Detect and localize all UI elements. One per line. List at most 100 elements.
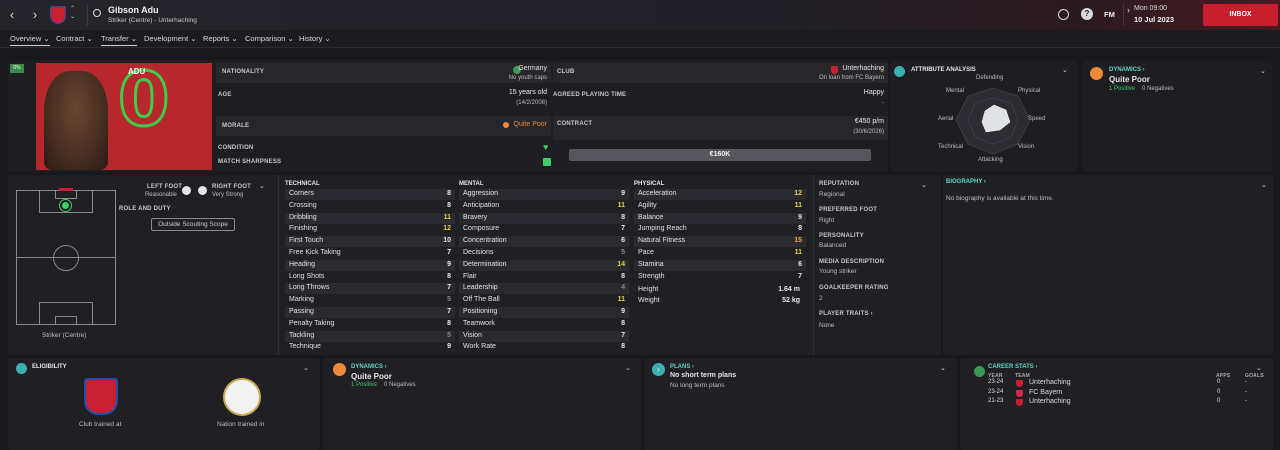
career-row[interactable]: 23-24 Unterhaching 0 - [960, 379, 1273, 388]
attribute-row-balance[interactable]: Balance 9 [634, 212, 806, 224]
fm-menu-button[interactable]: FM [1104, 10, 1115, 19]
attribute-row-aggression[interactable]: Aggression 9 [459, 189, 629, 200]
attribute-row-crossing[interactable]: Crossing 8 [285, 201, 455, 212]
attribute-row-bravery[interactable]: Bravery 8 [459, 212, 629, 224]
eligibility-panel: ELIGIBILITY ⌄ Club trained at Nation tra… [8, 358, 320, 450]
career-row[interactable]: 23-24 FC Bayern 0 - [960, 389, 1273, 398]
dynamics-title-text: DYNAMICS [351, 364, 384, 370]
attribute-row-leadership[interactable]: Leadership 4 [459, 283, 629, 295]
nationality-value[interactable]: Germany [518, 65, 547, 72]
plans-panel: › PLANS › No short term plans No long te… [644, 358, 957, 450]
career-stats-link[interactable]: CAREER STATS › [988, 364, 1037, 370]
attribute-row-determination[interactable]: Determination 14 [459, 259, 629, 271]
chevron-down-icon[interactable]: ⌄ [921, 181, 927, 189]
club-crest-icon[interactable] [84, 378, 118, 415]
age-field: AGE 15 years old (14/2/2008) [216, 88, 551, 108]
back-arrow-icon[interactable]: ‹ [4, 7, 20, 23]
attribute-row-technique[interactable]: Technique 9 [285, 342, 455, 353]
attribute-row-passing[interactable]: Passing 7 [285, 307, 455, 318]
attribute-row-work-rate[interactable]: Work Rate 8 [459, 342, 629, 353]
attribute-row-positioning[interactable]: Positioning 9 [459, 307, 629, 318]
attribute-row-decisions[interactable]: Decisions 5 [459, 248, 629, 259]
up-down-chevron-icon[interactable]: ⌃ ⌄ [70, 5, 75, 21]
loan-info[interactable]: On loan from FC Bayern [819, 75, 884, 81]
tab-development[interactable]: Development ⌄ [144, 34, 197, 43]
career-row[interactable]: 21-23 Unterhaching 0 - [960, 398, 1273, 407]
forward-arrow-icon[interactable]: › [27, 7, 43, 23]
attribute-row-finishing[interactable]: Finishing 12 [285, 224, 455, 235]
attribute-row-corners[interactable]: Corners 8 [285, 189, 455, 200]
attribute-row-free-kick-taking[interactable]: Free Kick Taking 7 [285, 248, 455, 259]
attribute-value: 7 [798, 272, 802, 280]
attribute-row-tackling[interactable]: Tackling 5 [285, 330, 455, 342]
attribute-row-marking[interactable]: Marking 5 [285, 295, 455, 306]
attribute-value: 14 [617, 260, 625, 268]
attribute-name: Aggression [463, 190, 499, 197]
attribute-row-pace[interactable]: Pace 11 [634, 248, 806, 259]
attribute-row-concentration[interactable]: Concentration 6 [459, 236, 629, 248]
attribute-row-acceleration[interactable]: Acceleration 12 [634, 189, 806, 200]
plans-link[interactable]: PLANS › [670, 364, 694, 370]
attribute-row-long-shots[interactable]: Long Shots 8 [285, 272, 455, 283]
inbox-button[interactable]: INBOX [1203, 4, 1278, 26]
tab-contract[interactable]: Contract ⌄ [56, 34, 93, 43]
morale-value[interactable]: Quite Poor [514, 121, 547, 128]
scouting-scope-button[interactable]: Outside Scouting Scope [151, 218, 235, 231]
shirt-number: 0 [117, 63, 172, 143]
attribute-row-teamwork[interactable]: Teamwork 8 [459, 319, 629, 330]
chevron-down-icon[interactable]: ⌄ [1256, 364, 1262, 372]
world-icon[interactable] [1058, 9, 1069, 20]
tab-overview[interactable]: Overview ⌄ [10, 34, 50, 46]
tab-comparison[interactable]: Comparison ⌄ [245, 34, 294, 43]
attribute-row-composure[interactable]: Composure 7 [459, 224, 629, 235]
dynamics-title[interactable]: DYNAMICS › [1109, 67, 1145, 73]
chevron-down-icon[interactable]: ⌄ [1260, 67, 1266, 75]
attribute-row-flair[interactable]: Flair 8 [459, 272, 629, 283]
attribute-value: 8 [447, 272, 451, 280]
attribute-row-long-throws[interactable]: Long Throws 7 [285, 283, 455, 295]
club-value[interactable]: Unterhaching [842, 65, 884, 72]
chevron-down-icon[interactable]: ⌄ [625, 364, 631, 372]
attribute-row-jumping-reach[interactable]: Jumping Reach 8 [634, 224, 806, 235]
tab-label: History [299, 34, 323, 43]
chevron-down-icon[interactable]: ⌄ [259, 182, 265, 190]
help-icon[interactable]: ? [1081, 8, 1093, 20]
biography-link[interactable]: BIOGRAPHY › [946, 179, 986, 185]
height-value: 1.64 m [778, 286, 800, 293]
personality-value: Balanced [819, 242, 847, 249]
search-icon[interactable] [93, 9, 101, 17]
attribute-value: 12 [794, 190, 802, 197]
condition-label: CONDITION [218, 145, 254, 151]
dynamics-title[interactable]: DYNAMICS › [351, 364, 387, 370]
attribute-row-off-the-ball[interactable]: Off The Ball 11 [459, 295, 629, 306]
position-marker[interactable] [60, 200, 71, 211]
attribute-name: Flair [463, 272, 477, 280]
sub-navigation: Overview ⌄ Contract ⌄ Transfer ⌄ Develop… [0, 30, 1280, 48]
attribute-row-heading[interactable]: Heading 9 [285, 259, 455, 271]
attribute-row-agility[interactable]: Agility 11 [634, 201, 806, 212]
attribute-row-stamina[interactable]: Stamina 6 [634, 259, 806, 271]
chevron-down-icon[interactable]: ⌄ [303, 364, 309, 372]
attribute-row-dribbling[interactable]: Dribbling 11 [285, 212, 455, 224]
attribute-value: 11 [794, 201, 802, 209]
attribute-row-natural-fitness[interactable]: Natural Fitness 15 [634, 236, 806, 248]
attribute-row-penalty-taking[interactable]: Penalty Taking 8 [285, 319, 455, 330]
club-crest-icon[interactable] [50, 6, 66, 24]
tab-history[interactable]: History ⌄ [299, 34, 331, 43]
attribute-value: 12 [443, 225, 451, 233]
attribute-row-vision[interactable]: Vision 7 [459, 330, 629, 342]
attribute-row-strength[interactable]: Strength 7 [634, 272, 806, 283]
attribute-row-first-touch[interactable]: First Touch 10 [285, 236, 455, 248]
tab-transfer[interactable]: Transfer ⌄ [101, 34, 138, 46]
tab-reports[interactable]: Reports ⌄ [203, 34, 238, 43]
tab-label: Transfer [101, 34, 129, 43]
nation-crest-icon[interactable] [223, 378, 261, 416]
attribute-name: Off The Ball [463, 296, 500, 304]
continue-arrow-icon[interactable]: › [1127, 5, 1130, 15]
player-traits-link[interactable]: PLAYER TRAITS › [819, 311, 873, 317]
chevron-down-icon[interactable]: ⌄ [940, 364, 946, 372]
attribute-row-anticipation[interactable]: Anticipation 11 [459, 201, 629, 212]
chevron-down-icon[interactable]: ⌄ [1261, 181, 1267, 189]
percentage-badge: 0% [10, 64, 24, 73]
chevron-down-icon[interactable]: ⌄ [1062, 66, 1068, 74]
